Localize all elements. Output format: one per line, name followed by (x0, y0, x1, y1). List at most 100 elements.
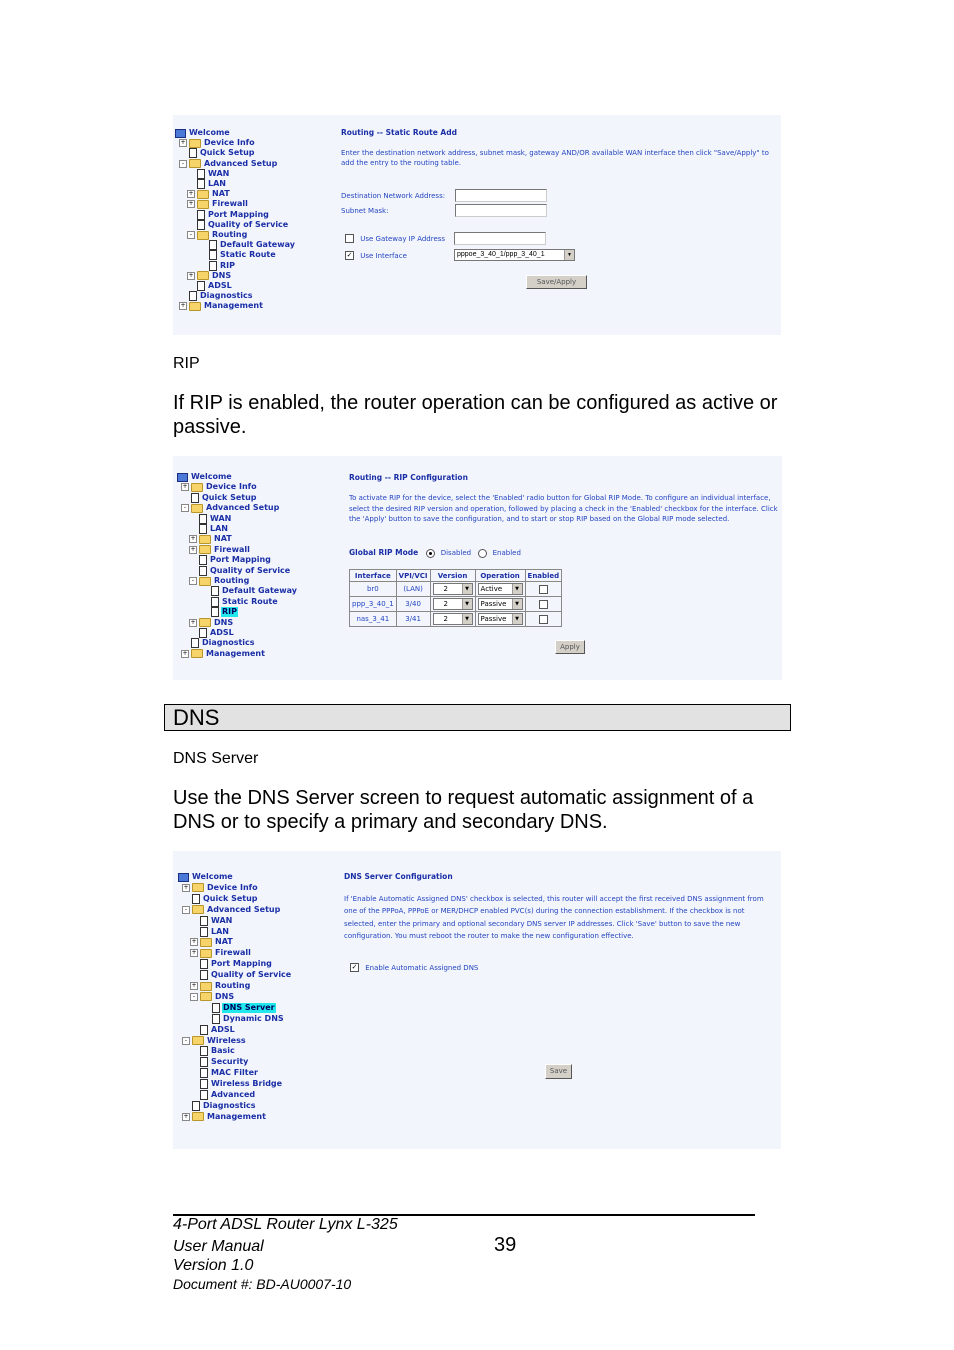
tree-item-welcome[interactable]: Welcome (178, 872, 234, 882)
tree-item-advanced-setup[interactable]: - Advanced Setup (182, 905, 281, 915)
tree-item-management[interactable]: + Management (182, 1112, 267, 1122)
enabled-checkbox[interactable] (538, 599, 548, 609)
collapse-icon[interactable]: - (182, 1036, 190, 1045)
gateway-ip-input[interactable] (454, 232, 546, 245)
tree-item-rip[interactable]: RIP (201, 607, 238, 618)
dropdown-arrow-icon[interactable]: ▼ (564, 250, 574, 260)
tree-item-security[interactable]: Security (190, 1057, 249, 1068)
tree-item-device-info[interactable]: + Device Info (182, 883, 259, 893)
tree-item-advanced-setup[interactable]: - Advanced Setup (181, 503, 280, 513)
tree-item-port-mapping[interactable]: Port Mapping (190, 959, 273, 970)
tree-item-quick-setup[interactable]: Quick Setup (179, 148, 256, 159)
tree-item-advanced-setup[interactable]: - Advanced Setup (179, 159, 278, 169)
tree-item-diagnostics[interactable]: Diagnostics (181, 638, 256, 649)
tree-item-quality-of-service[interactable]: Quality of Service (190, 970, 292, 981)
tree-item-quick-setup[interactable]: Quick Setup (181, 492, 258, 503)
version-select[interactable]: 2 ▼ (432, 613, 473, 625)
expand-icon[interactable]: + (190, 949, 198, 958)
dropdown-arrow-icon[interactable]: ▼ (461, 599, 472, 609)
tree-item-default-gateway[interactable]: Default Gateway (201, 586, 298, 597)
tree-item-port-mapping[interactable]: Port Mapping (187, 209, 270, 220)
tree-item-port-mapping[interactable]: Port Mapping (189, 555, 272, 566)
version-select[interactable]: 2 ▼ (432, 583, 473, 595)
tree-item-quick-setup[interactable]: Quick Setup (182, 893, 259, 904)
use-gateway-checkbox[interactable] (345, 234, 354, 243)
expand-icon[interactable]: + (190, 982, 198, 990)
expand-icon[interactable]: + (189, 535, 197, 544)
tree-item-quality-of-service[interactable]: Quality of Service (189, 565, 291, 576)
interface-select[interactable]: pppoe_3_40_1/ppp_3_40_1 ▼ (454, 249, 575, 261)
tree-item-mac-filter[interactable]: MAC Filter (190, 1068, 259, 1079)
tree-item-diagnostics[interactable]: Diagnostics (179, 291, 254, 302)
tree-item-lan[interactable]: LAN (189, 524, 229, 534)
apply-button[interactable]: Apply (555, 640, 585, 654)
tree-item-wan[interactable]: WAN (187, 168, 230, 179)
expand-icon[interactable]: + (182, 1112, 190, 1121)
tree-item-adsl[interactable]: ADSL (190, 1024, 236, 1035)
tree-item-management[interactable]: + Management (179, 301, 264, 311)
tree-item-nat[interactable]: + NAT (187, 189, 231, 199)
tree-item-quality-of-service[interactable]: Quality of Service (187, 219, 289, 230)
tree-item-wireless-bridge[interactable]: Wireless Bridge (190, 1079, 283, 1090)
tree-item-welcome[interactable]: Welcome (175, 128, 231, 138)
tree-item-wireless[interactable]: - Wireless (182, 1036, 247, 1046)
collapse-icon[interactable]: - (190, 992, 198, 1001)
tree-item-routing[interactable]: - Routing (187, 230, 248, 240)
collapse-icon[interactable]: - (182, 905, 190, 914)
mode-enabled-radio[interactable] (478, 548, 488, 558)
collapse-icon[interactable]: - (187, 231, 195, 239)
tree-item-diagnostics[interactable]: Diagnostics (182, 1100, 257, 1111)
dropdown-arrow-icon[interactable]: ▼ (461, 584, 472, 594)
expand-icon[interactable]: + (189, 545, 197, 554)
tree-item-firewall[interactable]: + Firewall (190, 948, 252, 958)
mode-disabled-radio[interactable] (426, 548, 436, 558)
collapse-icon[interactable]: - (189, 577, 197, 585)
expand-icon[interactable]: + (179, 139, 187, 148)
subnet-mask-input[interactable] (455, 204, 547, 217)
tree-item-dns[interactable]: - DNS (190, 992, 235, 1002)
tree-item-management[interactable]: + Management (181, 649, 266, 659)
collapse-icon[interactable]: - (179, 159, 187, 168)
dropdown-arrow-icon[interactable]: ▼ (511, 614, 522, 624)
tree-item-static-route[interactable]: Static Route (199, 250, 277, 261)
use-interface-checkbox[interactable]: ✓ (345, 251, 354, 260)
save-apply-button[interactable]: Save/Apply (526, 275, 587, 289)
expand-icon[interactable]: + (179, 302, 187, 311)
tree-item-wan[interactable]: WAN (189, 513, 232, 524)
dropdown-arrow-icon[interactable]: ▼ (511, 584, 522, 594)
version-select[interactable]: 2 ▼ (432, 598, 473, 610)
expand-icon[interactable]: + (182, 883, 190, 892)
dropdown-arrow-icon[interactable]: ▼ (461, 614, 472, 624)
tree-item-basic[interactable]: Basic (190, 1046, 236, 1057)
expand-icon[interactable]: + (187, 200, 195, 209)
tree-item-default-gateway[interactable]: Default Gateway (199, 240, 296, 251)
collapse-icon[interactable]: - (181, 504, 189, 513)
tree-item-lan[interactable]: LAN (190, 926, 230, 937)
dropdown-arrow-icon[interactable]: ▼ (511, 599, 522, 609)
tree-item-rip[interactable]: RIP (199, 260, 236, 271)
tree-item-dynamic-dns[interactable]: Dynamic DNS (202, 1013, 285, 1024)
tree-item-nat[interactable]: + NAT (189, 534, 233, 544)
expand-icon[interactable]: + (181, 649, 189, 658)
tree-item-dns[interactable]: + DNS (187, 271, 232, 281)
tree-item-firewall[interactable]: + Firewall (189, 545, 251, 555)
expand-icon[interactable]: + (190, 938, 198, 947)
expand-icon[interactable]: + (181, 483, 189, 492)
tree-item-firewall[interactable]: + Firewall (187, 199, 249, 209)
tree-item-advanced[interactable]: Advanced (190, 1090, 256, 1100)
operation-select[interactable]: Passive ▼ (477, 598, 523, 610)
tree-item-static-route[interactable]: Static Route (201, 596, 279, 607)
operation-select[interactable]: Active ▼ (477, 583, 523, 595)
expand-icon[interactable]: + (189, 618, 197, 627)
enabled-checkbox[interactable] (538, 614, 548, 624)
tree-item-device-info[interactable]: + Device Info (181, 482, 258, 492)
expand-icon[interactable]: + (187, 190, 195, 199)
tree-item-welcome[interactable]: Welcome (177, 472, 233, 482)
enabled-checkbox[interactable] (538, 584, 548, 594)
tree-item-nat[interactable]: + NAT (190, 937, 234, 947)
tree-item-dns[interactable]: + DNS (189, 618, 234, 628)
tree-item-dns-server[interactable]: DNS Server (202, 1002, 276, 1013)
tree-item-adsl[interactable]: ADSL (189, 628, 235, 638)
tree-item-device-info[interactable]: + Device Info (179, 138, 256, 148)
tree-item-adsl[interactable]: ADSL (187, 281, 233, 291)
